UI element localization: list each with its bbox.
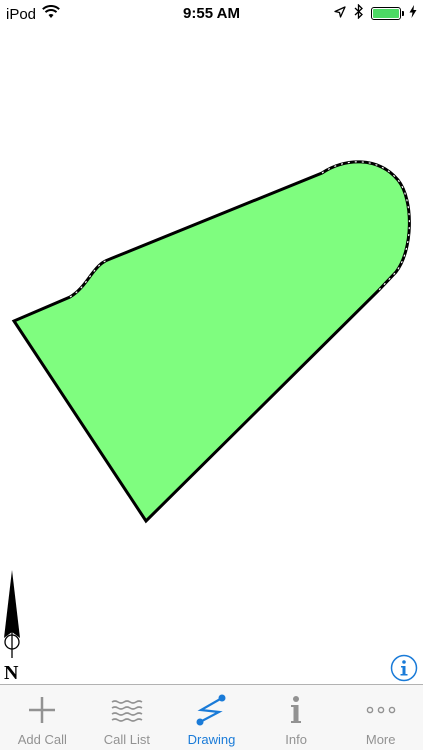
tab-bar: Add Call Call List Drawing Info More (0, 684, 423, 750)
more-dots-icon (366, 706, 395, 714)
info-letter-icon (291, 696, 302, 723)
status-bar: iPod 9:55 AM (0, 0, 423, 28)
status-right (334, 3, 417, 23)
location-arrow-icon (334, 5, 346, 22)
tab-label-drawing: Drawing (187, 732, 236, 747)
tab-label-add-call: Add Call (17, 732, 67, 747)
tab-label-info: Info (285, 732, 307, 747)
bluetooth-icon (354, 3, 363, 23)
property-shape[interactable] (11, 160, 411, 524)
battery-tip (402, 11, 404, 16)
plus-icon (29, 697, 56, 723)
tab-more[interactable]: More (338, 685, 423, 750)
app-screen: iPod 9:55 AM N Add Call Call List Drawin… (0, 0, 423, 750)
tab-call-list[interactable]: Call List (85, 685, 170, 750)
tab-add-call[interactable]: Add Call (0, 685, 85, 750)
drawing-canvas[interactable] (0, 28, 423, 684)
drawing-path-icon (196, 694, 226, 726)
battery-level (373, 9, 399, 18)
wavy-lines-icon (111, 700, 143, 722)
tab-label-call-list: Call List (103, 732, 151, 747)
compass-north-label: N (4, 662, 19, 684)
battery-icon (371, 7, 404, 20)
tab-drawing[interactable]: Drawing (169, 685, 254, 750)
charging-bolt-icon (409, 5, 417, 22)
info-icon[interactable] (390, 654, 418, 682)
tab-label-more: More (365, 732, 396, 747)
tab-info[interactable]: Info (254, 685, 339, 750)
